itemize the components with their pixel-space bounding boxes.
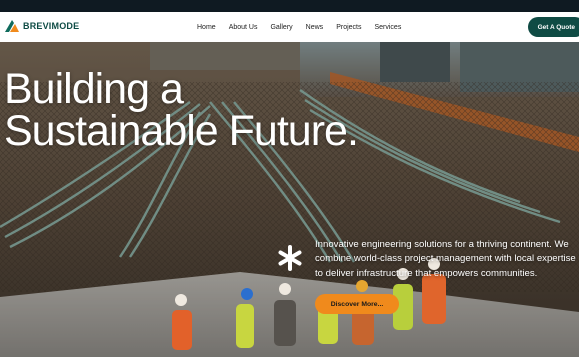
brevimode-logo-icon — [5, 20, 19, 32]
asterisk-icon — [278, 245, 302, 271]
discover-more-button[interactable]: Discover More... — [315, 294, 399, 314]
nav-item-projects[interactable]: Projects — [336, 24, 361, 31]
hero-headline-line2: Sustainable Future. — [4, 107, 359, 155]
brand-name: BREVIMODE — [23, 21, 80, 31]
hero-section: Building a Sustainable Future. Innovativ… — [0, 42, 579, 357]
nav-item-gallery[interactable]: Gallery — [270, 24, 292, 31]
page: BREVIMODE Home About Us Gallery News Pro… — [0, 0, 579, 357]
navbar: BREVIMODE Home About Us Gallery News Pro… — [0, 12, 579, 42]
nav-item-home[interactable]: Home — [197, 24, 216, 31]
hero-description: Innovative engineering solutions for a t… — [315, 238, 576, 279]
logo[interactable]: BREVIMODE — [4, 18, 79, 34]
nav-item-about-us[interactable]: About Us — [229, 24, 258, 31]
top-strip — [0, 0, 579, 12]
nav-item-news[interactable]: News — [306, 24, 324, 31]
get-a-quote-button[interactable]: Get A Quote — [527, 17, 579, 37]
main-menu: Home About Us Gallery News Projects Serv… — [197, 12, 414, 42]
hero-headline: Building a Sustainable Future. — [4, 65, 359, 155]
hero-headline-line1: Building a — [4, 65, 184, 113]
nav-item-services[interactable]: Services — [374, 24, 401, 31]
